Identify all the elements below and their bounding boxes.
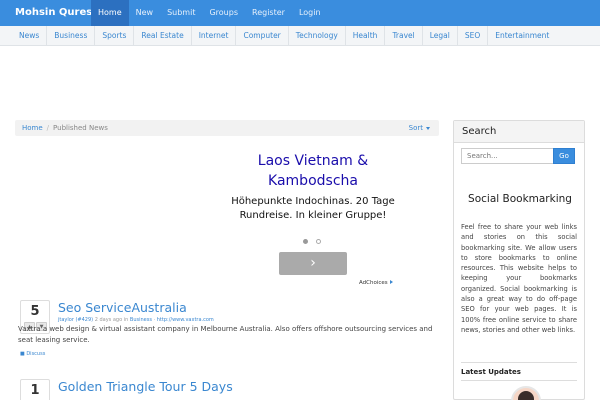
- ad-title[interactable]: Laos Vietnam & Kambodscha: [228, 151, 398, 191]
- category-seo[interactable]: SEO: [458, 26, 489, 45]
- vote-box: 1: [20, 379, 50, 400]
- caret-down-icon: [426, 126, 430, 130]
- nav-groups[interactable]: Groups: [202, 0, 245, 26]
- search-heading: Search: [454, 121, 584, 143]
- news-summary: Vaxtra a web design & virtual assistant …: [18, 325, 433, 344]
- adchoices-icon: [390, 280, 394, 284]
- category-internet[interactable]: Internet: [192, 26, 237, 45]
- main-nav: Home New Submit Groups Register Login: [91, 0, 328, 26]
- ad-description: Höhepunkte Indochinas. 20 Tage Rundreise…: [231, 196, 395, 221]
- sort-dropdown[interactable]: Sort: [409, 120, 430, 136]
- news-author[interactable]: jtaylor (#429): [58, 317, 93, 323]
- vote-count: 5: [30, 304, 40, 319]
- advertisement: Laos Vietnam & Kambodscha Höhepunkte Ind…: [228, 148, 398, 293]
- category-sports[interactable]: Sports: [95, 26, 135, 45]
- vote-count: 1: [30, 383, 40, 398]
- ad-pager-dot[interactable]: [316, 239, 321, 244]
- category-real-estate[interactable]: Real Estate: [134, 26, 192, 45]
- breadcrumb-home[interactable]: Home: [22, 124, 43, 132]
- news-time: 2 days ago in: [94, 317, 129, 323]
- site-brand[interactable]: Mohsin Qureshi: [15, 0, 103, 26]
- ad-pager-dot-active[interactable]: [303, 239, 308, 244]
- search-form: Go: [461, 148, 575, 164]
- adchoices-label: AdChoices: [359, 280, 388, 286]
- category-nav: News Business Sports Real Estate Interne…: [12, 26, 556, 46]
- nav-register[interactable]: Register: [245, 0, 292, 26]
- ad-pager: [303, 239, 321, 244]
- nav-home[interactable]: Home: [91, 0, 129, 26]
- nav-new[interactable]: New: [129, 0, 160, 26]
- nav-login[interactable]: Login: [292, 0, 328, 26]
- category-legal[interactable]: Legal: [423, 26, 458, 45]
- news-item: 5 ▲ ▼ Seo ServiceAustralia jtaylor (#429…: [18, 300, 438, 364]
- news-url[interactable]: http://www.vaxtra.com: [157, 317, 214, 323]
- category-business[interactable]: Business: [47, 26, 96, 45]
- breadcrumb-separator: /: [46, 124, 50, 132]
- breadcrumb-current: Published News: [53, 124, 108, 132]
- news-title[interactable]: Seo ServiceAustralia: [58, 300, 187, 315]
- category-entertainment[interactable]: Entertainment: [488, 26, 556, 45]
- adchoices-link[interactable]: AdChoices: [359, 280, 394, 286]
- about-text: Feel free to share your web links and st…: [461, 223, 577, 334]
- ad-next-button[interactable]: ›: [279, 252, 347, 275]
- news-meta: jtaylor (#429) 2 days ago in Business · …: [58, 317, 214, 323]
- comment-icon: ■: [20, 351, 25, 357]
- breadcrumb: Home / Published News Sort: [15, 120, 439, 136]
- top-navbar: Mohsin Qureshi Home New Submit Groups Re…: [0, 0, 600, 26]
- latest-updates-heading: Latest Updates: [461, 368, 521, 376]
- avatar-hair: [518, 391, 534, 400]
- category-technology[interactable]: Technology: [289, 26, 346, 45]
- search-input[interactable]: [461, 148, 553, 164]
- divider: [461, 362, 577, 363]
- category-travel[interactable]: Travel: [385, 26, 423, 45]
- divider: [461, 380, 577, 381]
- about-title: Social Bookmarking: [468, 193, 572, 205]
- discuss-label: Discuss: [26, 351, 46, 357]
- category-news[interactable]: News: [12, 26, 48, 45]
- search-go-button[interactable]: Go: [553, 148, 575, 164]
- news-item: 1 Golden Triangle Tour 5 Days: [18, 379, 438, 400]
- discuss-link[interactable]: ■ Discuss: [20, 351, 45, 357]
- news-category[interactable]: Business: [130, 317, 152, 323]
- sort-label: Sort: [408, 124, 423, 132]
- news-title[interactable]: Golden Triangle Tour 5 Days: [58, 379, 233, 394]
- category-bar: News Business Sports Real Estate Interne…: [0, 26, 600, 46]
- category-health[interactable]: Health: [346, 26, 386, 45]
- category-computer[interactable]: Computer: [236, 26, 289, 45]
- nav-submit[interactable]: Submit: [160, 0, 202, 26]
